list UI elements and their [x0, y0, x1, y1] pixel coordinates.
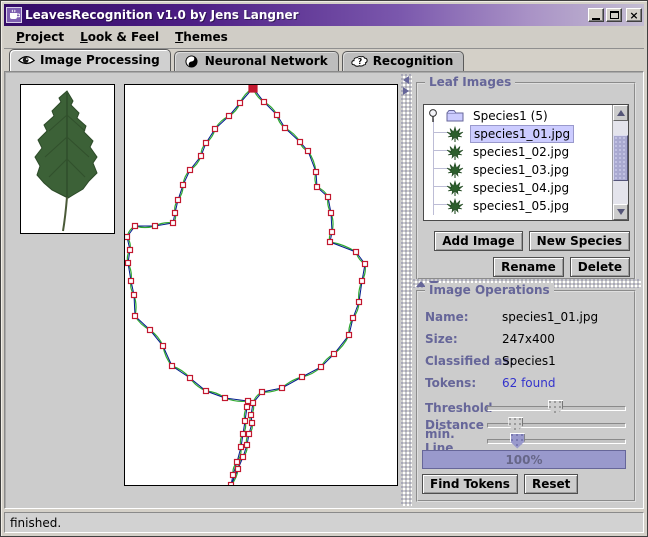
tree-expand-handle-icon[interactable] — [426, 108, 440, 124]
threshold-slider-thumb[interactable] — [548, 400, 563, 416]
tab-image-processing[interactable]: Image Processing — [9, 49, 171, 71]
tree-item-label[interactable]: species1_03.jpg — [470, 162, 572, 178]
app-window: LeavesRecognition v1.0 by Jens Langner ×… — [0, 0, 648, 537]
cloud-question-icon: ? — [351, 55, 368, 68]
menu-look-and-feel[interactable]: Look & Feel — [72, 27, 167, 47]
leaf-file-icon — [446, 126, 464, 143]
yin-yang-icon — [183, 55, 200, 68]
name-label: Name: — [425, 310, 469, 324]
scrollbar-thumb[interactable] — [613, 135, 628, 181]
folder-icon — [446, 109, 466, 123]
classified-as-value: Species1 — [502, 354, 556, 368]
tree-item-species1-04[interactable]: species1_04.jpg — [446, 179, 572, 197]
progress-bar: 100% — [422, 450, 626, 469]
tree-guide-line — [433, 119, 434, 215]
leaf-images-group: Leaf Images — [416, 82, 636, 280]
name-value: species1_01.jpg — [502, 310, 598, 324]
add-image-button[interactable]: Add Image — [434, 231, 522, 251]
distance-slider-thumb[interactable] — [508, 417, 523, 433]
tree-item-label[interactable]: species1_04.jpg — [470, 180, 572, 196]
progress-text: 100% — [423, 451, 625, 468]
tab-label: Image Processing — [40, 53, 160, 67]
leaf-thumbnail — [20, 84, 115, 234]
threshold-label: Threshold — [425, 401, 487, 415]
menu-bar: Project Look & Feel Themes — [4, 26, 644, 49]
svg-text:?: ? — [357, 57, 361, 66]
scroll-down-button[interactable] — [613, 204, 628, 220]
tree-root-row[interactable]: Species1 (5) — [426, 107, 551, 125]
tree-item-species1-05[interactable]: species1_05.jpg — [446, 197, 572, 215]
scroll-up-button[interactable] — [613, 105, 628, 121]
image-operations-title: Image Operations — [425, 283, 554, 297]
tree-item-species1-01[interactable]: species1_01.jpg — [446, 125, 574, 143]
window-title: LeavesRecognition v1.0 by Jens Langner — [25, 8, 588, 22]
size-value: 247x400 — [502, 332, 555, 346]
min-line-slider-row: min. Line — [425, 433, 626, 449]
tab-recognition[interactable]: ? Recognition — [342, 51, 465, 71]
splitter-collapse-left-icon[interactable] — [403, 76, 409, 84]
eye-icon — [18, 54, 35, 67]
delete-button[interactable]: Delete — [570, 257, 630, 277]
threshold-slider[interactable] — [487, 406, 626, 411]
close-button[interactable]: × — [626, 8, 642, 22]
tree-root-label[interactable]: Species1 (5) — [470, 108, 551, 124]
leaf-file-icon — [446, 144, 464, 161]
app-icon — [6, 7, 22, 23]
tree-item-label[interactable]: species1_01.jpg — [470, 125, 574, 143]
minimize-button[interactable] — [588, 8, 604, 22]
tree-item-species1-03[interactable]: species1_03.jpg — [446, 161, 572, 179]
arrow-down-icon — [617, 209, 625, 215]
right-panel: Leaf Images — [413, 74, 641, 506]
classified-as-label: Classified as: — [425, 354, 514, 368]
tree-scrollbar[interactable] — [612, 105, 628, 220]
tokens-value: 62 found — [502, 376, 555, 390]
token-canvas[interactable] — [124, 84, 398, 486]
tab-bar: Image Processing Neuronal Network ? Reco… — [4, 49, 644, 71]
min-line-slider[interactable] — [487, 439, 626, 444]
rename-button[interactable]: Rename — [493, 257, 564, 277]
leaf-file-icon — [446, 198, 464, 215]
close-icon: × — [629, 10, 638, 21]
leaf-thumbnail-image — [21, 85, 114, 233]
tokens-label: Tokens: — [425, 376, 476, 390]
min-line-slider-thumb[interactable] — [510, 433, 525, 449]
leaf-file-icon — [446, 180, 464, 197]
minimize-icon — [592, 18, 600, 20]
tree-item-label[interactable]: species1_02.jpg — [470, 144, 572, 160]
tab-label: Neuronal Network — [205, 54, 328, 68]
tab-neuronal-network[interactable]: Neuronal Network — [174, 51, 339, 71]
leaf-file-icon — [446, 162, 464, 179]
species-tree[interactable]: Species1 (5) species1_01.jpg — [423, 104, 629, 221]
tab-label: Recognition — [373, 54, 454, 68]
maximize-button[interactable] — [606, 8, 622, 22]
tree-item-label[interactable]: species1_05.jpg — [470, 198, 572, 214]
splitter-collapse-right-icon[interactable] — [403, 87, 409, 95]
menu-project[interactable]: Project — [8, 27, 72, 47]
maximize-icon — [610, 11, 619, 19]
leaf-images-title: Leaf Images — [425, 75, 515, 89]
reset-button[interactable]: Reset — [524, 474, 578, 494]
status-text: finished. — [10, 516, 61, 530]
status-bar: finished. — [4, 512, 644, 533]
vertical-splitter[interactable] — [401, 74, 412, 506]
menu-themes[interactable]: Themes — [167, 27, 236, 47]
title-bar[interactable]: LeavesRecognition v1.0 by Jens Langner × — [4, 4, 644, 26]
image-operations-group: Image Operations Name: species1_01.jpg S… — [416, 290, 636, 502]
distance-slider[interactable] — [487, 423, 626, 428]
leaf-contour-drawing — [125, 85, 397, 485]
image-processing-panel: Leaf Images — [4, 71, 644, 509]
arrow-up-icon — [617, 110, 625, 116]
threshold-slider-row: Threshold — [425, 400, 626, 416]
new-species-button[interactable]: New Species — [529, 231, 630, 251]
find-tokens-button[interactable]: Find Tokens — [422, 474, 518, 494]
tree-item-species1-02[interactable]: species1_02.jpg — [446, 143, 572, 161]
size-label: Size: — [425, 332, 458, 346]
